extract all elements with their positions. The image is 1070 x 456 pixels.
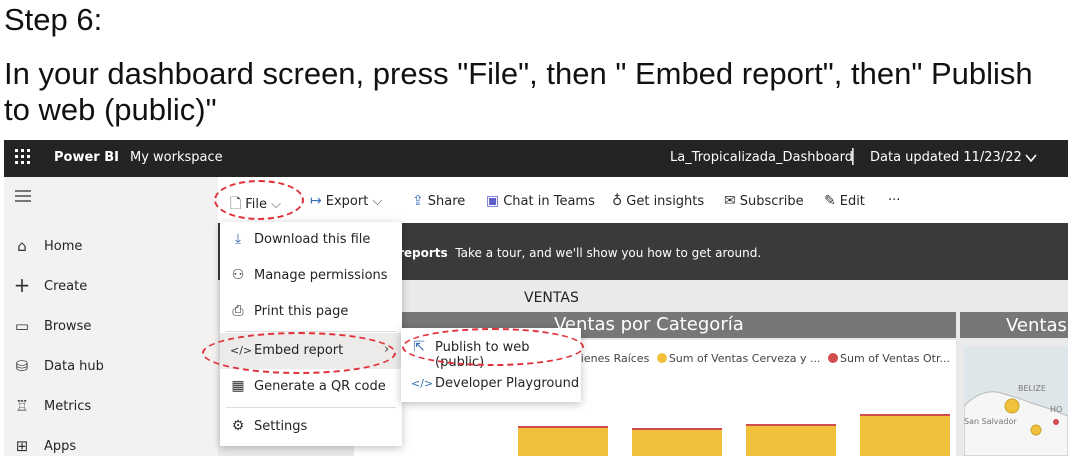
menu-item-label: Print this page <box>254 304 349 319</box>
app-launcher-icon[interactable] <box>14 148 32 166</box>
menu-item-download[interactable]: ⤓ Download this file <box>220 222 402 258</box>
insights-label: Get insights <box>626 194 705 209</box>
chart-bar <box>518 426 608 456</box>
left-nav: ⌂ Home + Create ▭ Browse ⛁ Data hub ♖ Me… <box>4 177 218 456</box>
hamburger-icon[interactable] <box>14 189 32 203</box>
lightbulb-icon: ♁ <box>612 193 623 209</box>
edit-label: Edit <box>839 194 865 209</box>
share-icon: ⇪ <box>412 193 424 209</box>
chart-bar <box>746 424 836 456</box>
highlight-embed-report <box>202 332 396 374</box>
map-label: HO <box>1050 405 1062 414</box>
mail-icon: ✉ <box>724 193 736 209</box>
subscribe-label: Subscribe <box>739 194 804 209</box>
legend-swatch <box>828 353 839 363</box>
action-toolbar: 🗋 File ⌵ ↦ Export ⌵ ⇪ Share ▣ Chat in Teams … <box>218 177 1068 223</box>
banner-bold: reports <box>398 246 448 260</box>
map-header: Ventas <box>960 312 1068 338</box>
title-separator: | <box>850 146 856 166</box>
database-icon: ⛁ <box>15 357 29 375</box>
menu-item-print[interactable]: ⎙ Print this page <box>220 294 402 330</box>
apps-icon: ⊞ <box>15 437 29 455</box>
menu-item-label: Download this file <box>254 232 371 247</box>
nav-item-browse[interactable]: ▭ Browse <box>4 317 218 357</box>
plus-icon: + <box>13 273 31 297</box>
menu-item-label: Generate a QR code <box>254 379 386 394</box>
report-page-title: VENTAS <box>524 290 579 306</box>
nav-item-label: Create <box>44 279 88 294</box>
nav-item-apps[interactable]: ⊞ Apps <box>4 437 218 456</box>
map-label: San Salvador <box>964 417 1017 426</box>
legend-swatch <box>656 353 667 363</box>
data-updated-label[interactable]: Data updated 11/23/22 <box>870 150 1022 165</box>
step-heading: Step 6: <box>4 2 103 37</box>
edit-button[interactable]: ✎ Edit <box>824 193 865 209</box>
more-label: ··· <box>888 193 901 208</box>
menu-item-qr-code[interactable]: ▦ Generate a QR code <box>220 369 402 405</box>
nav-item-data-hub[interactable]: ⛁ Data hub <box>4 357 218 397</box>
trophy-icon: ♖ <box>15 397 29 415</box>
code-icon: </> <box>411 377 434 390</box>
map-shape: BELIZE San Salvador HO <box>963 384 1068 456</box>
legend-item: Sum of Ventas Otr... <box>840 352 950 365</box>
menu-item-label: Manage permissions <box>254 268 388 283</box>
chart-legend: s Bienes Raíces Sum of Ventas Cerveza y … <box>564 352 950 365</box>
share-button[interactable]: ⇪ Share <box>412 193 465 209</box>
dashboard-name: La_Tropicalizada_Dashboard <box>670 150 853 165</box>
brand-label[interactable]: Power BI <box>54 150 119 165</box>
menu-item-label: Developer Playground <box>435 376 580 391</box>
export-icon: ↦ <box>310 193 322 209</box>
export-label: Export <box>325 194 369 209</box>
more-options-button[interactable]: ··· <box>888 193 900 208</box>
nav-item-label: Metrics <box>44 399 92 414</box>
printer-icon: ⎙ <box>232 303 244 319</box>
chevron-down-icon: ⌵ <box>372 194 383 209</box>
menu-divider <box>226 407 396 408</box>
nav-item-label: Browse <box>44 319 92 334</box>
chart-bar <box>632 428 722 456</box>
teams-icon: ▣ <box>486 193 500 209</box>
menu-item-developer-playground[interactable]: </> Developer Playground <box>401 366 581 402</box>
gear-icon: ⚙ <box>231 418 245 434</box>
qr-code-icon: ▦ <box>231 378 245 394</box>
workspace-link[interactable]: My workspace <box>130 150 223 165</box>
nav-item-label: Home <box>44 239 83 254</box>
subscribe-button[interactable]: ✉ Subscribe <box>724 193 804 209</box>
nav-item-metrics[interactable]: ♖ Metrics <box>4 397 218 437</box>
menu-item-manage-permissions[interactable]: ⚇ Manage permissions <box>220 258 402 294</box>
banner-text[interactable]: Take a tour, and we'll show you how to g… <box>455 246 761 260</box>
map-title: Ventas <box>1006 315 1067 336</box>
permissions-icon: ⚇ <box>231 267 245 283</box>
download-icon: ⤓ <box>234 231 242 247</box>
top-bar: Power BI My workspace La_Tropicalizada_D… <box>4 140 1068 177</box>
nav-item-home[interactable]: ⌂ Home <box>4 237 218 277</box>
chart-title: Ventas por Categoría <box>554 314 744 335</box>
menu-item-label: Settings <box>254 419 308 434</box>
highlight-file <box>214 180 304 220</box>
legend-item: Sum of Ventas Cerveza y ... <box>668 352 821 365</box>
folder-icon: ▭ <box>14 317 30 335</box>
menu-item-settings[interactable]: ⚙ Settings <box>220 409 402 445</box>
powerbi-screenshot: Power BI My workspace La_Tropicalizada_D… <box>4 140 1068 456</box>
chart-bar <box>860 414 950 456</box>
chevron-down-icon[interactable] <box>1024 151 1038 165</box>
highlight-publish-to-web <box>402 328 584 366</box>
chat-in-teams-button[interactable]: ▣ Chat in Teams <box>486 193 595 209</box>
export-button[interactable]: ↦ Export ⌵ <box>310 193 382 209</box>
nav-item-label: Data hub <box>44 359 104 374</box>
map-visual[interactable]: BELIZE San Salvador HO <box>963 346 1068 456</box>
chat-label: Chat in Teams <box>503 194 595 209</box>
pencil-icon: ✎ <box>824 193 836 209</box>
share-label: Share <box>427 194 466 209</box>
nav-item-create[interactable]: + Create <box>4 273 218 317</box>
map-label: BELIZE <box>1018 384 1046 393</box>
nav-item-label: Apps <box>44 439 77 454</box>
home-icon: ⌂ <box>17 237 27 255</box>
instruction-text: In your dashboard screen, press "File", … <box>4 56 1033 127</box>
get-insights-button[interactable]: ♁ Get insights <box>612 193 704 209</box>
